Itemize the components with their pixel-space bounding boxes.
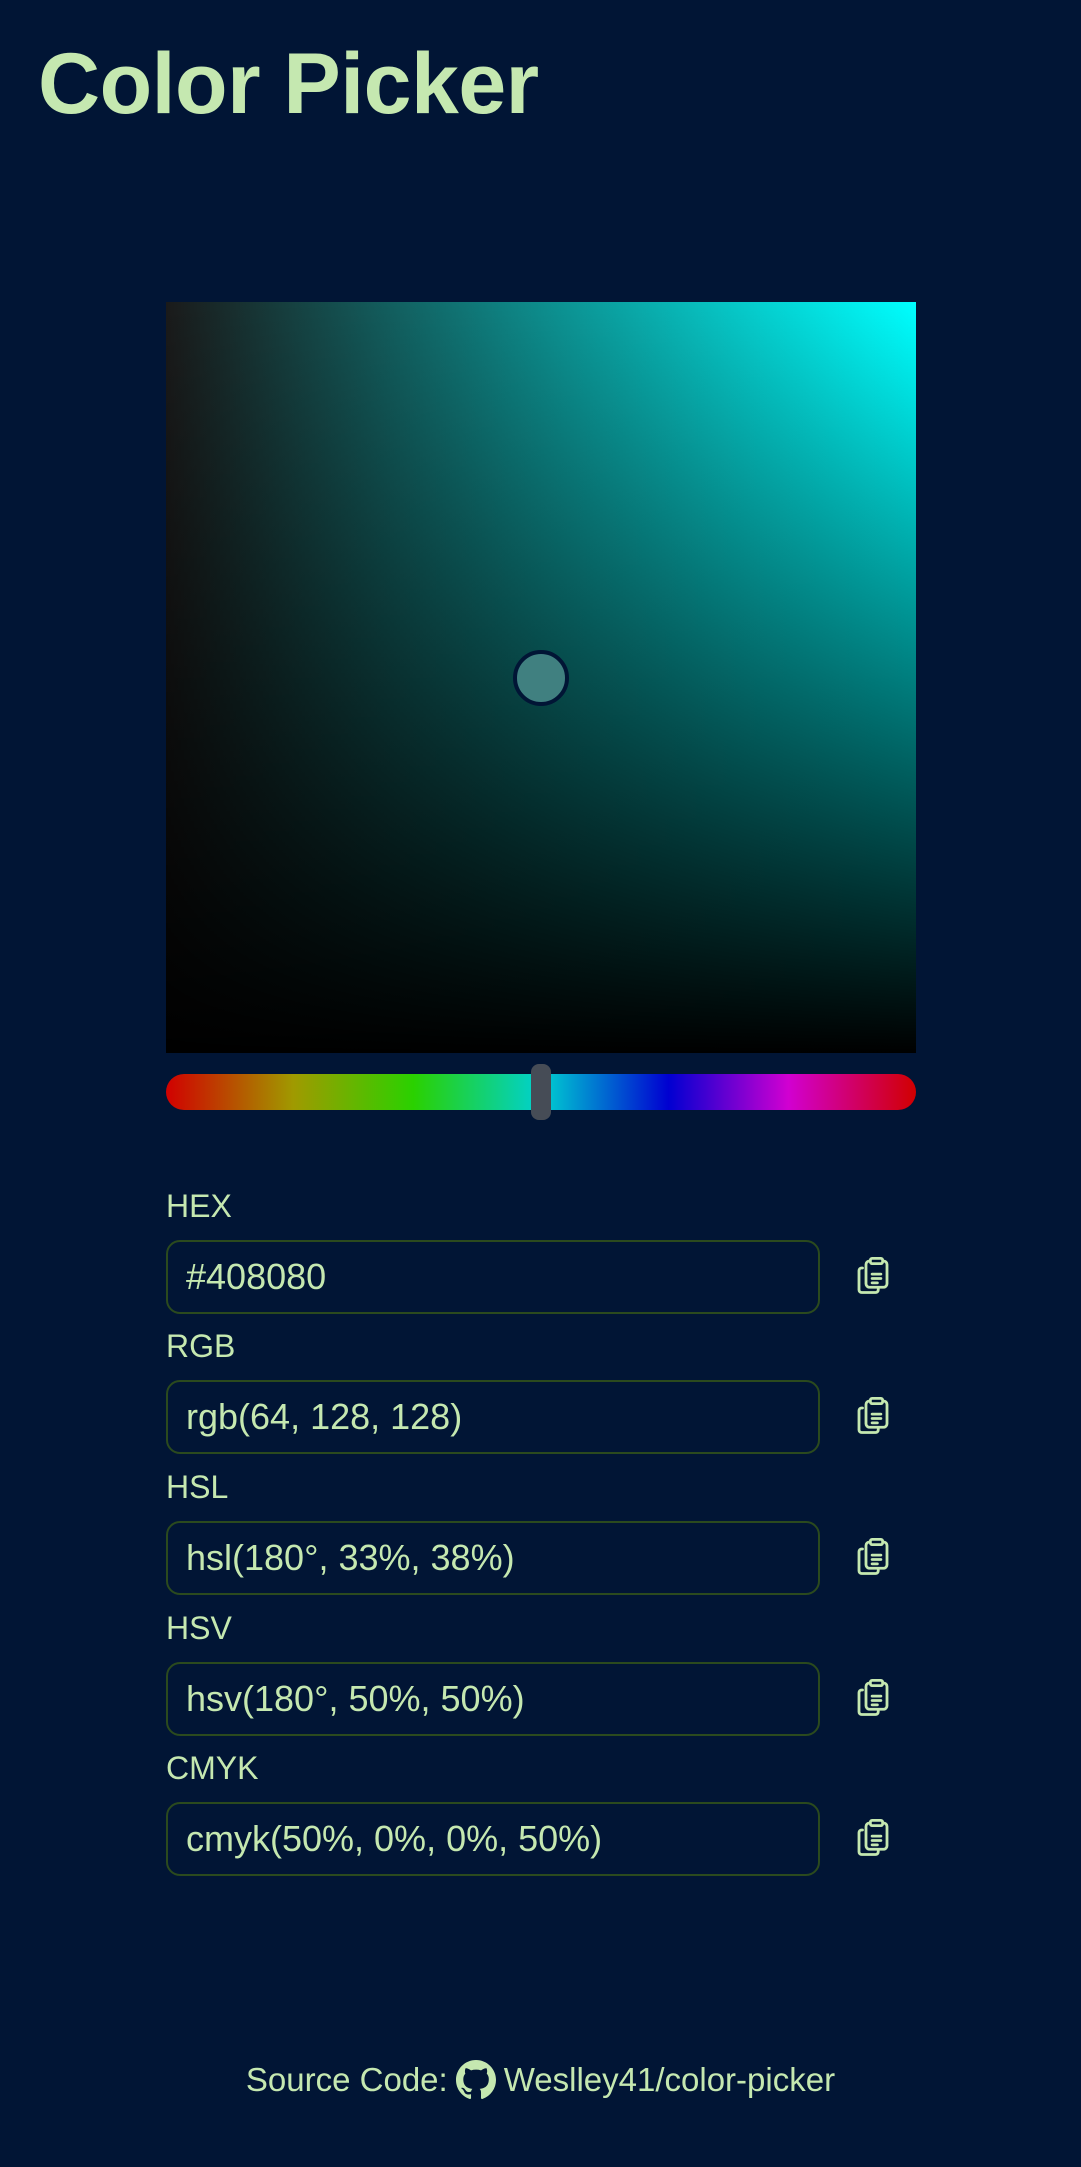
copy-hsl-button[interactable] — [838, 1521, 908, 1595]
color-picker-page: Color Picker HEX RGB — [0, 0, 1081, 2167]
hex-input[interactable] — [166, 1240, 820, 1314]
footer-prefix: Source Code: — [245, 2061, 448, 2098]
clipboard-copy-icon — [852, 1534, 894, 1583]
saturation-value-area[interactable] — [166, 302, 916, 1053]
hsl-input[interactable] — [166, 1521, 820, 1595]
rgb-input[interactable] — [166, 1380, 820, 1454]
source-code-link[interactable]: Weslley41/color-picker — [455, 2058, 836, 2102]
hue-slider-handle[interactable] — [531, 1064, 551, 1120]
rgb-label: RGB — [166, 1328, 236, 1364]
hsv-input[interactable] — [166, 1662, 820, 1736]
page-title: Color Picker — [38, 36, 539, 132]
github-icon — [455, 2060, 496, 2100]
copy-cmyk-button[interactable] — [838, 1802, 908, 1876]
clipboard-copy-icon — [852, 1393, 894, 1442]
copy-hex-button[interactable] — [838, 1240, 908, 1314]
cmyk-label: CMYK — [166, 1750, 259, 1786]
clipboard-copy-icon — [852, 1675, 894, 1724]
clipboard-copy-icon — [852, 1253, 894, 1302]
source-code-link-text: Weslley41/color-picker — [503, 2061, 836, 2098]
hsl-label: HSL — [166, 1469, 229, 1505]
hex-label: HEX — [166, 1188, 232, 1224]
copy-hsv-button[interactable] — [838, 1662, 908, 1736]
hue-slider[interactable] — [166, 1064, 916, 1120]
copy-rgb-button[interactable] — [838, 1380, 908, 1454]
hsv-label: HSV — [166, 1610, 232, 1646]
cmyk-input[interactable] — [166, 1802, 820, 1876]
footer: Source Code: Weslley41/color-picker — [0, 2058, 1081, 2102]
clipboard-copy-icon — [852, 1815, 894, 1864]
saturation-value-handle[interactable] — [513, 649, 569, 706]
